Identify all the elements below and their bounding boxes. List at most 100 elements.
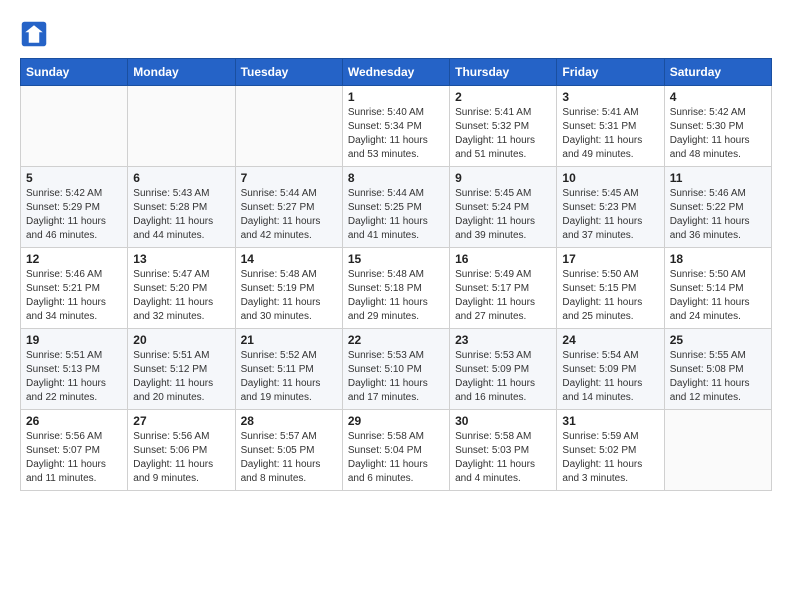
day-number: 30	[455, 414, 551, 428]
day-info: Sunrise: 5:48 AMSunset: 5:18 PMDaylight:…	[348, 268, 444, 324]
day-number: 7	[241, 171, 337, 185]
day-number: 1	[348, 90, 444, 104]
weekday-header: Thursday	[450, 59, 557, 86]
day-number: 8	[348, 171, 444, 185]
calendar-week-row: 12Sunrise: 5:46 AMSunset: 5:21 PMDayligh…	[21, 248, 772, 329]
day-number: 16	[455, 252, 551, 266]
day-info: Sunrise: 5:58 AMSunset: 5:03 PMDaylight:…	[455, 430, 551, 486]
calendar-cell	[21, 86, 128, 167]
day-info: Sunrise: 5:52 AMSunset: 5:11 PMDaylight:…	[241, 349, 337, 405]
calendar-cell: 12Sunrise: 5:46 AMSunset: 5:21 PMDayligh…	[21, 248, 128, 329]
calendar-header-row: SundayMondayTuesdayWednesdayThursdayFrid…	[21, 59, 772, 86]
calendar-cell: 20 Sunrise: 5:51 AMSunset: 5:12 PMDayligh…	[128, 329, 235, 410]
calendar-cell: 1 Sunrise: 5:40 AMSunset: 5:34 PMDaylight…	[342, 86, 449, 167]
calendar-cell: 28 Sunrise: 5:57 AMSunset: 5:05 PMDayligh…	[235, 410, 342, 491]
weekday-header: Monday	[128, 59, 235, 86]
weekday-header: Saturday	[664, 59, 771, 86]
day-info: Sunrise: 5:59 AMSunset: 5:02 PMDaylight:…	[562, 430, 658, 486]
day-number: 27	[133, 414, 229, 428]
page-header	[20, 20, 772, 48]
day-number: 11	[670, 171, 766, 185]
day-info: Sunrise: 5:46 AMSunset: 5:22 PMDaylight:…	[670, 187, 766, 243]
day-info: Sunrise: 5:49 AMSunset: 5:17 PMDaylight:…	[455, 268, 551, 324]
day-number: 6	[133, 171, 229, 185]
calendar-cell: 21Sunrise: 5:52 AMSunset: 5:11 PMDayligh…	[235, 329, 342, 410]
day-number: 9	[455, 171, 551, 185]
day-info: Sunrise: 5:45 AMSunset: 5:24 PMDaylight:…	[455, 187, 551, 243]
day-info: Sunrise: 5:42 AMSunset: 5:29 PMDaylight:…	[26, 187, 122, 243]
logo	[20, 20, 52, 48]
calendar-cell: 13Sunrise: 5:47 AMSunset: 5:20 PMDayligh…	[128, 248, 235, 329]
calendar-cell: 8 Sunrise: 5:44 AMSunset: 5:25 PMDaylight…	[342, 167, 449, 248]
calendar-cell: 2 Sunrise: 5:41 AMSunset: 5:32 PMDaylight…	[450, 86, 557, 167]
day-info: Sunrise: 5:56 AMSunset: 5:07 PMDaylight:…	[26, 430, 122, 486]
calendar-cell: 5Sunrise: 5:42 AMSunset: 5:29 PMDaylight…	[21, 167, 128, 248]
day-info: Sunrise: 5:47 AMSunset: 5:20 PMDaylight:…	[133, 268, 229, 324]
calendar-week-row: 26 Sunrise: 5:56 AMSunset: 5:07 PMDayligh…	[21, 410, 772, 491]
calendar-cell: 19 Sunrise: 5:51 AMSunset: 5:13 PMDayligh…	[21, 329, 128, 410]
calendar-cell: 15 Sunrise: 5:48 AMSunset: 5:18 PMDayligh…	[342, 248, 449, 329]
day-number: 28	[241, 414, 337, 428]
day-number: 23	[455, 333, 551, 347]
calendar-cell: 26 Sunrise: 5:56 AMSunset: 5:07 PMDayligh…	[21, 410, 128, 491]
calendar-cell: 7 Sunrise: 5:44 AMSunset: 5:27 PMDaylight…	[235, 167, 342, 248]
day-info: Sunrise: 5:55 AMSunset: 5:08 PMDaylight:…	[670, 349, 766, 405]
calendar-cell: 22 Sunrise: 5:53 AMSunset: 5:10 PMDayligh…	[342, 329, 449, 410]
calendar-cell: 30 Sunrise: 5:58 AMSunset: 5:03 PMDayligh…	[450, 410, 557, 491]
calendar-week-row: 1 Sunrise: 5:40 AMSunset: 5:34 PMDaylight…	[21, 86, 772, 167]
day-number: 20	[133, 333, 229, 347]
day-info: Sunrise: 5:43 AMSunset: 5:28 PMDaylight:…	[133, 187, 229, 243]
day-number: 4	[670, 90, 766, 104]
day-info: Sunrise: 5:44 AMSunset: 5:27 PMDaylight:…	[241, 187, 337, 243]
day-number: 18	[670, 252, 766, 266]
calendar-cell: 9 Sunrise: 5:45 AMSunset: 5:24 PMDaylight…	[450, 167, 557, 248]
weekday-header: Wednesday	[342, 59, 449, 86]
day-number: 2	[455, 90, 551, 104]
day-number: 17	[562, 252, 658, 266]
day-info: Sunrise: 5:41 AMSunset: 5:31 PMDaylight:…	[562, 106, 658, 162]
day-info: Sunrise: 5:44 AMSunset: 5:25 PMDaylight:…	[348, 187, 444, 243]
day-number: 31	[562, 414, 658, 428]
calendar-cell: 10Sunrise: 5:45 AMSunset: 5:23 PMDayligh…	[557, 167, 664, 248]
day-info: Sunrise: 5:40 AMSunset: 5:34 PMDaylight:…	[348, 106, 444, 162]
day-info: Sunrise: 5:50 AMSunset: 5:14 PMDaylight:…	[670, 268, 766, 324]
day-info: Sunrise: 5:48 AMSunset: 5:19 PMDaylight:…	[241, 268, 337, 324]
day-info: Sunrise: 5:56 AMSunset: 5:06 PMDaylight:…	[133, 430, 229, 486]
day-info: Sunrise: 5:41 AMSunset: 5:32 PMDaylight:…	[455, 106, 551, 162]
day-number: 26	[26, 414, 122, 428]
calendar-cell: 6 Sunrise: 5:43 AMSunset: 5:28 PMDaylight…	[128, 167, 235, 248]
day-number: 29	[348, 414, 444, 428]
day-number: 14	[241, 252, 337, 266]
day-number: 24	[562, 333, 658, 347]
calendar-cell: 18 Sunrise: 5:50 AMSunset: 5:14 PMDayligh…	[664, 248, 771, 329]
day-info: Sunrise: 5:42 AMSunset: 5:30 PMDaylight:…	[670, 106, 766, 162]
calendar-cell	[235, 86, 342, 167]
calendar-week-row: 19 Sunrise: 5:51 AMSunset: 5:13 PMDayligh…	[21, 329, 772, 410]
calendar-cell: 24 Sunrise: 5:54 AMSunset: 5:09 PMDayligh…	[557, 329, 664, 410]
calendar-cell: 31 Sunrise: 5:59 AMSunset: 5:02 PMDayligh…	[557, 410, 664, 491]
day-number: 19	[26, 333, 122, 347]
weekday-header: Friday	[557, 59, 664, 86]
day-info: Sunrise: 5:51 AMSunset: 5:13 PMDaylight:…	[26, 349, 122, 405]
weekday-header: Sunday	[21, 59, 128, 86]
calendar-table: SundayMondayTuesdayWednesdayThursdayFrid…	[20, 58, 772, 491]
calendar-cell	[664, 410, 771, 491]
day-number: 22	[348, 333, 444, 347]
calendar-cell: 11 Sunrise: 5:46 AMSunset: 5:22 PMDayligh…	[664, 167, 771, 248]
logo-icon	[20, 20, 48, 48]
calendar-cell	[128, 86, 235, 167]
day-number: 15	[348, 252, 444, 266]
calendar-week-row: 5Sunrise: 5:42 AMSunset: 5:29 PMDaylight…	[21, 167, 772, 248]
day-info: Sunrise: 5:51 AMSunset: 5:12 PMDaylight:…	[133, 349, 229, 405]
day-info: Sunrise: 5:54 AMSunset: 5:09 PMDaylight:…	[562, 349, 658, 405]
weekday-header: Tuesday	[235, 59, 342, 86]
day-number: 12	[26, 252, 122, 266]
day-info: Sunrise: 5:45 AMSunset: 5:23 PMDaylight:…	[562, 187, 658, 243]
calendar-cell: 29Sunrise: 5:58 AMSunset: 5:04 PMDayligh…	[342, 410, 449, 491]
day-info: Sunrise: 5:53 AMSunset: 5:10 PMDaylight:…	[348, 349, 444, 405]
calendar-cell: 4 Sunrise: 5:42 AMSunset: 5:30 PMDaylight…	[664, 86, 771, 167]
calendar-cell: 23Sunrise: 5:53 AMSunset: 5:09 PMDayligh…	[450, 329, 557, 410]
day-number: 3	[562, 90, 658, 104]
day-info: Sunrise: 5:57 AMSunset: 5:05 PMDaylight:…	[241, 430, 337, 486]
calendar-cell: 27 Sunrise: 5:56 AMSunset: 5:06 PMDayligh…	[128, 410, 235, 491]
